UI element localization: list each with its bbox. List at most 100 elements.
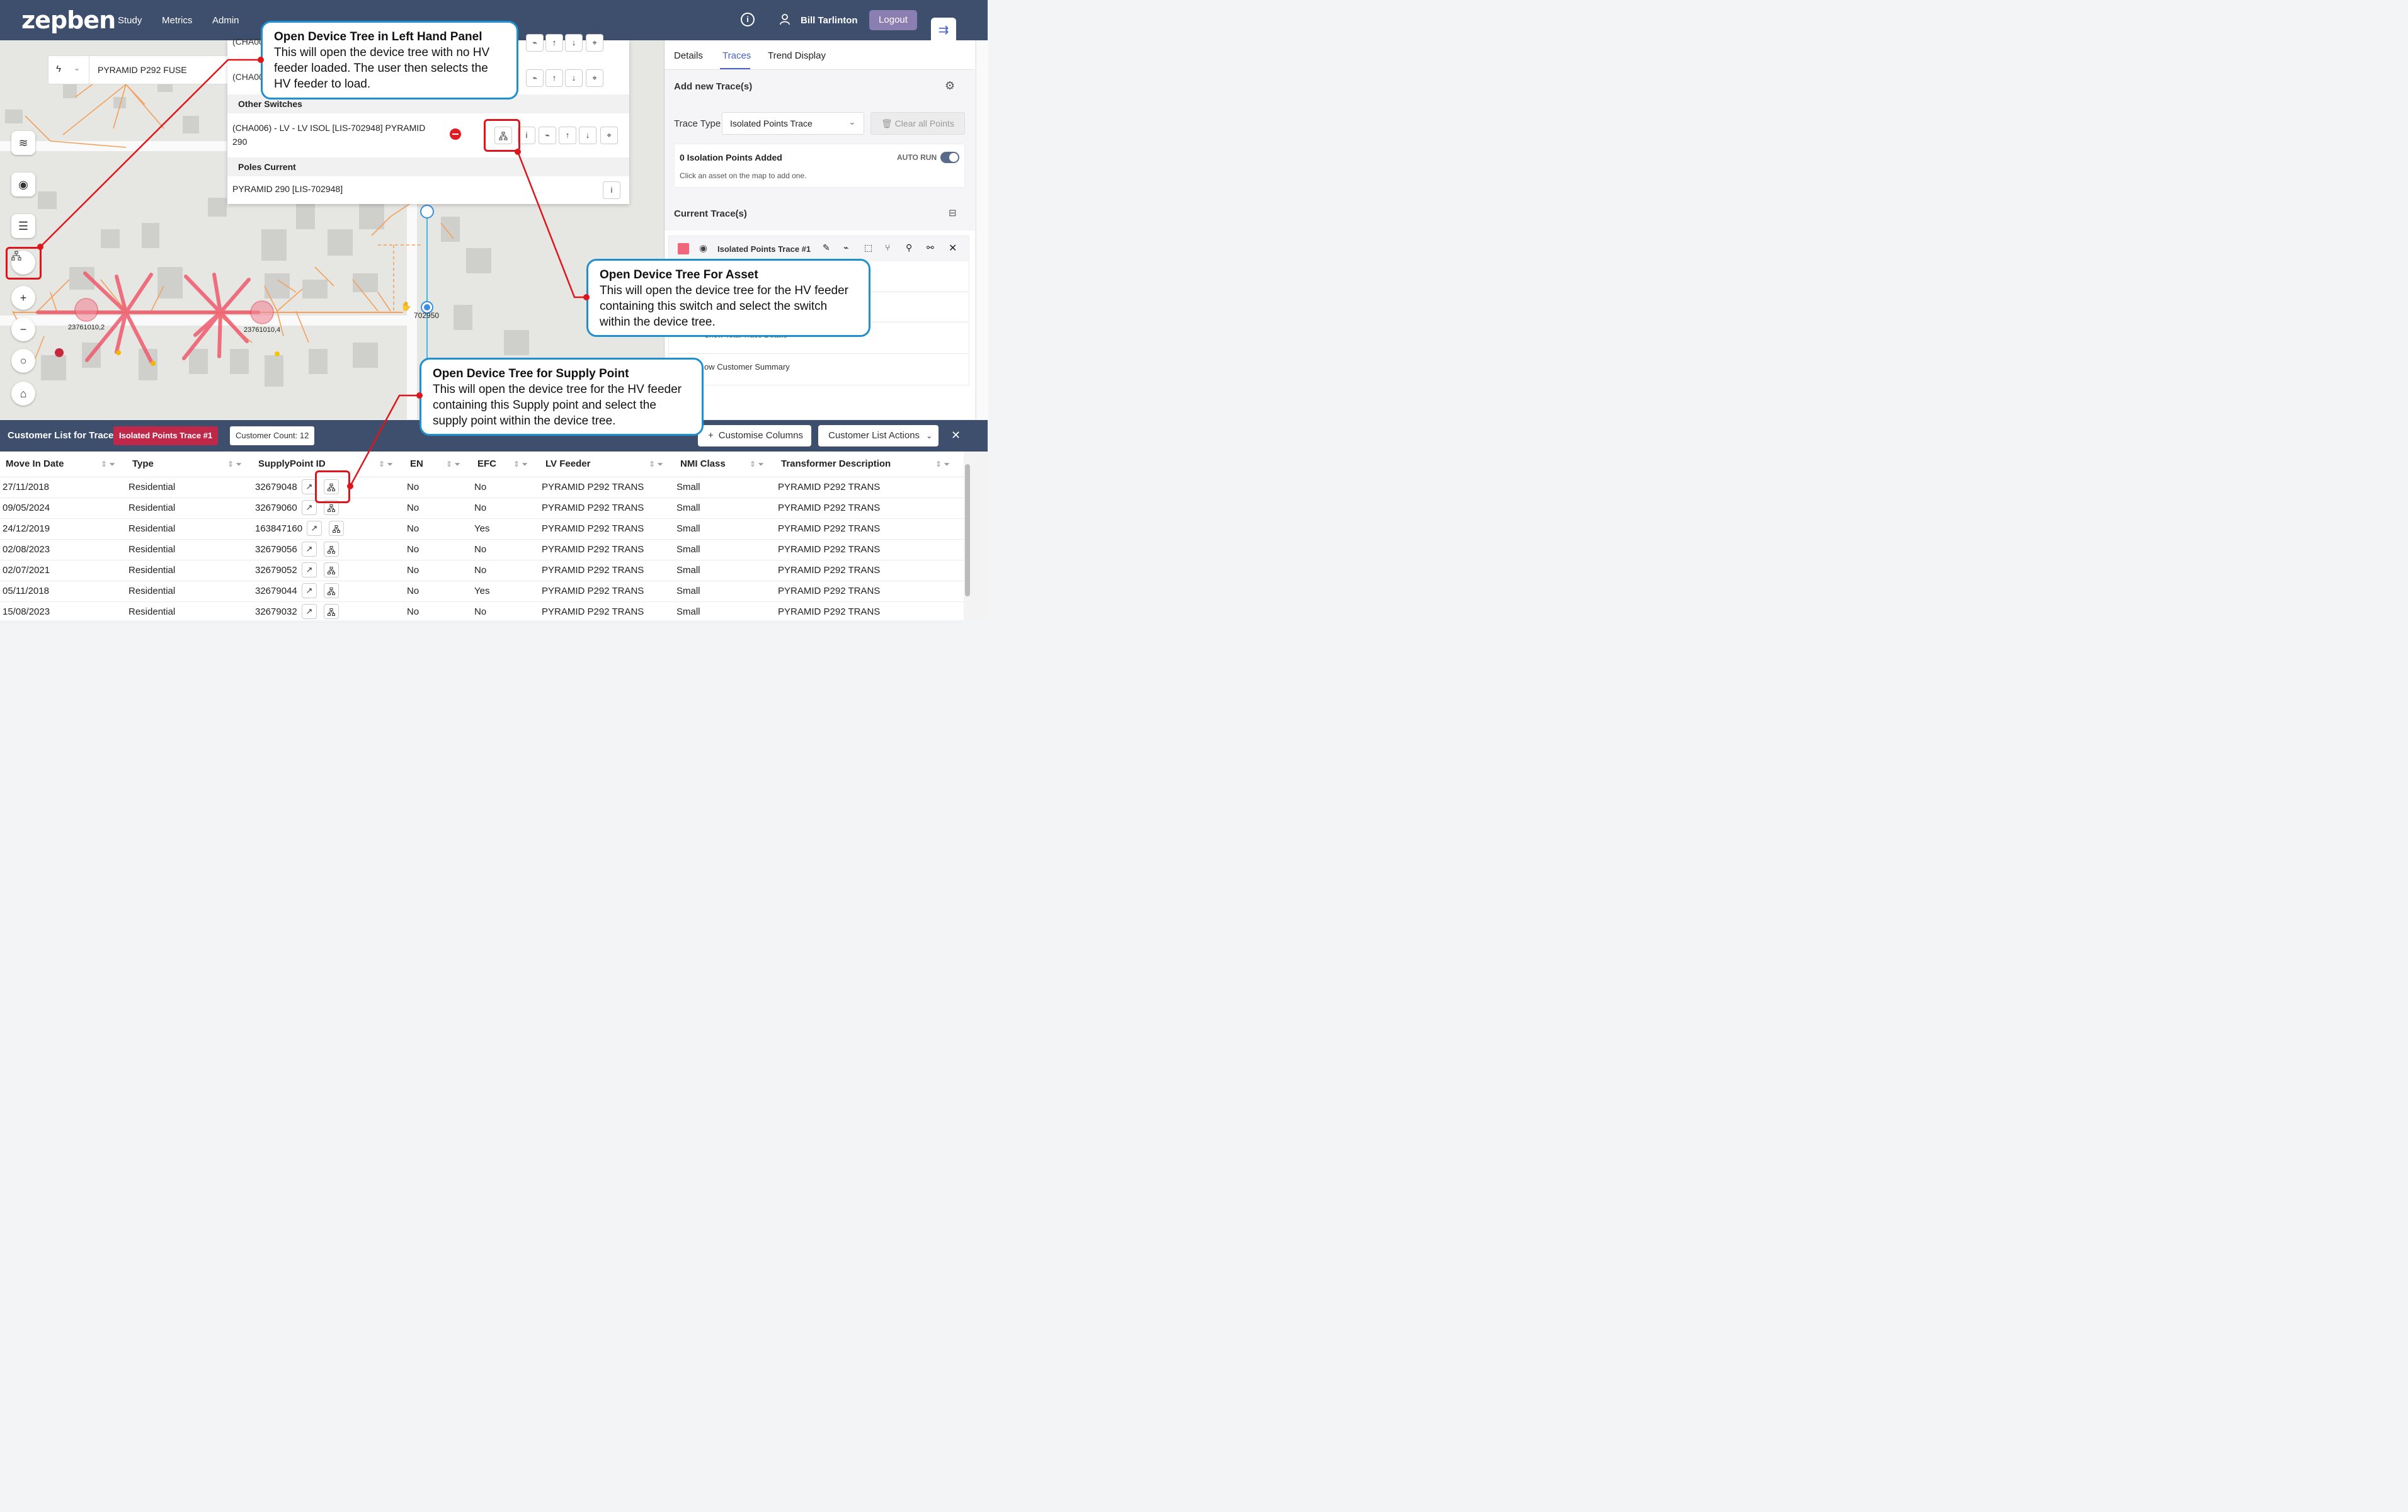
sort-icon[interactable]: ⇕ ⏷ [227,460,242,469]
device-tree-icon[interactable] [329,521,344,536]
sort-icon[interactable]: ⇕ ⏷ [750,460,764,469]
highlight-supply-tree-button [315,470,350,503]
arrow-down-icon[interactable]: ↓ [565,69,583,87]
layers-icon[interactable]: ≋ [11,131,35,155]
device-tree-icon[interactable] [324,562,339,577]
customer-list-actions-button[interactable]: Customer List Actions ⌄ [818,425,939,446]
table-cell: 02/07/2021 [3,565,50,576]
info-icon[interactable]: i [741,13,755,26]
nav-metrics[interactable]: Metrics [162,15,192,26]
palette-icon[interactable]: ◉ [11,173,35,196]
locate-icon[interactable]: ○ [11,349,35,373]
sort-icon[interactable]: ⇕ ⏷ [446,460,460,469]
col-en[interactable]: EN [410,452,423,477]
zoom-out-icon[interactable]: − [11,317,35,341]
add-trace-title: Add new Trace(s) [674,81,753,92]
trace-type-select[interactable]: Isolated Points Trace ⌄ [722,112,864,135]
arrow-up-icon[interactable]: ↑ [559,127,576,144]
sort-icon[interactable]: ⇕ ⏷ [101,460,115,469]
sort-icon[interactable]: ⇕ ⏷ [513,460,528,469]
table-cell: PYRAMID P292 TRANS [542,482,644,492]
gear-icon[interactable]: ⚙ [945,79,955,93]
device-tree-icon[interactable] [324,542,339,557]
customise-columns-button[interactable]: + Customise Columns [698,425,811,446]
open-external-icon[interactable]: ↗ [302,583,317,598]
sort-icon[interactable]: ⇕ ⏷ [935,460,950,469]
zoom-in-icon[interactable]: + [11,286,35,310]
location-icon[interactable]: ⌖ [586,34,603,52]
chart-icon[interactable]: ⌁ [526,34,544,52]
table-cell: PYRAMID P292 TRANS [542,544,644,555]
table-cell: 27/11/2018 [3,482,49,492]
user-search-icon[interactable]: ⚲ [906,242,912,253]
link-icon[interactable]: ⚯ [927,242,934,253]
arrow-up-icon[interactable]: ↑ [545,69,563,87]
table-scrollbar[interactable] [964,452,988,620]
info-icon[interactable]: i [518,127,535,144]
bolt-icon[interactable]: ϟ [56,64,61,74]
open-external-icon[interactable]: ↗ [302,500,317,515]
device-tree-icon[interactable] [324,583,339,598]
info-icon[interactable]: i [603,181,620,199]
checklist-icon[interactable]: ☰ [11,214,35,238]
location-icon[interactable]: ⌖ [586,69,603,87]
logout-button[interactable]: Logout [869,10,917,30]
col-lv-feeder[interactable]: LV Feeder [545,452,590,477]
map-search-bar[interactable]: ϟ ⌄ PYRAMID P292 FUSE [48,55,238,84]
col-move-in-date[interactable]: Move In Date [6,452,64,477]
gift-icon[interactable]: ⌂ [11,382,35,406]
right-panel-scrollbar[interactable] [976,40,988,419]
tab-trend-display[interactable]: Trend Display [768,50,826,61]
isolation-count: 0 Isolation Points Added [680,152,782,162]
chart-icon[interactable]: ⌁ [526,69,544,87]
nav-admin[interactable]: Admin [212,15,239,26]
table-cell: Small [676,503,700,513]
app-logo[interactable]: zepben [21,6,116,34]
col-efc[interactable]: EFC [477,452,496,477]
chevron-down-icon[interactable]: ⌄ [74,64,80,72]
briefcase-icon[interactable]: ⊟ [949,207,957,219]
sort-icon[interactable]: ⇕ ⏷ [379,460,393,469]
branch-icon[interactable]: ⑂ [885,242,890,253]
clear-points-button[interactable]: 🗑 Clear all Points [870,112,965,135]
sort-icon[interactable]: ⇕ ⏷ [649,460,663,469]
trace-badge: Isolated Points Trace #1 [113,426,219,445]
arrow-down-icon[interactable]: ↓ [579,127,596,144]
table-cell: No [474,482,487,492]
close-icon[interactable]: ✕ [951,429,961,442]
close-icon[interactable]: ✕ [949,242,957,254]
auto-run-toggle[interactable] [940,152,959,163]
user-name: Bill Tarlinton [801,15,858,26]
open-external-icon[interactable]: ↗ [302,562,317,577]
tab-details[interactable]: Details [674,50,703,61]
tab-traces[interactable]: Traces [722,50,751,61]
table-cell: Small [676,565,700,576]
col-nmi-class[interactable]: NMI Class [680,452,726,477]
open-external-icon[interactable]: ↗ [302,604,317,619]
eye-icon[interactable]: ◉ [699,242,707,254]
table-cell: 02/08/2023 [3,544,50,555]
panel-toggle-icon[interactable]: ⇉ [931,18,956,43]
switch-name: (CHA006) - LV - LV ISOL [LIS-702948] PYR… [232,123,426,147]
arrow-up-icon[interactable]: ↑ [545,34,563,52]
zoom-to-icon[interactable]: ⬚ [864,242,872,253]
nav-study[interactable]: Study [118,15,142,26]
show-customer-summary-link[interactable]: ow Customer Summary [704,362,790,372]
arrow-down-icon[interactable]: ↓ [565,34,583,52]
col-type[interactable]: Type [132,452,154,477]
col-transformer-description[interactable]: Transformer Description [781,452,891,477]
table-cell: Residential [128,565,176,576]
edit-icon[interactable]: ✎ [823,242,830,253]
callout-left-panel: Open Device Tree in Left Hand Panel This… [261,21,518,99]
search-input[interactable]: PYRAMID P292 FUSE [98,65,187,75]
open-external-icon[interactable]: ↗ [307,521,322,536]
table-cell: PYRAMID P292 TRANS [778,482,881,492]
highlight-left-tree-button [6,247,42,280]
chart-icon[interactable]: ⌁ [539,127,556,144]
open-external-icon[interactable]: ↗ [302,542,317,557]
device-tree-icon[interactable] [324,604,339,619]
location-icon[interactable]: ⌖ [600,127,618,144]
trace-color-swatch[interactable] [678,243,689,254]
table-cell: No [407,565,419,576]
chart-icon[interactable]: ⌁ [843,242,848,253]
